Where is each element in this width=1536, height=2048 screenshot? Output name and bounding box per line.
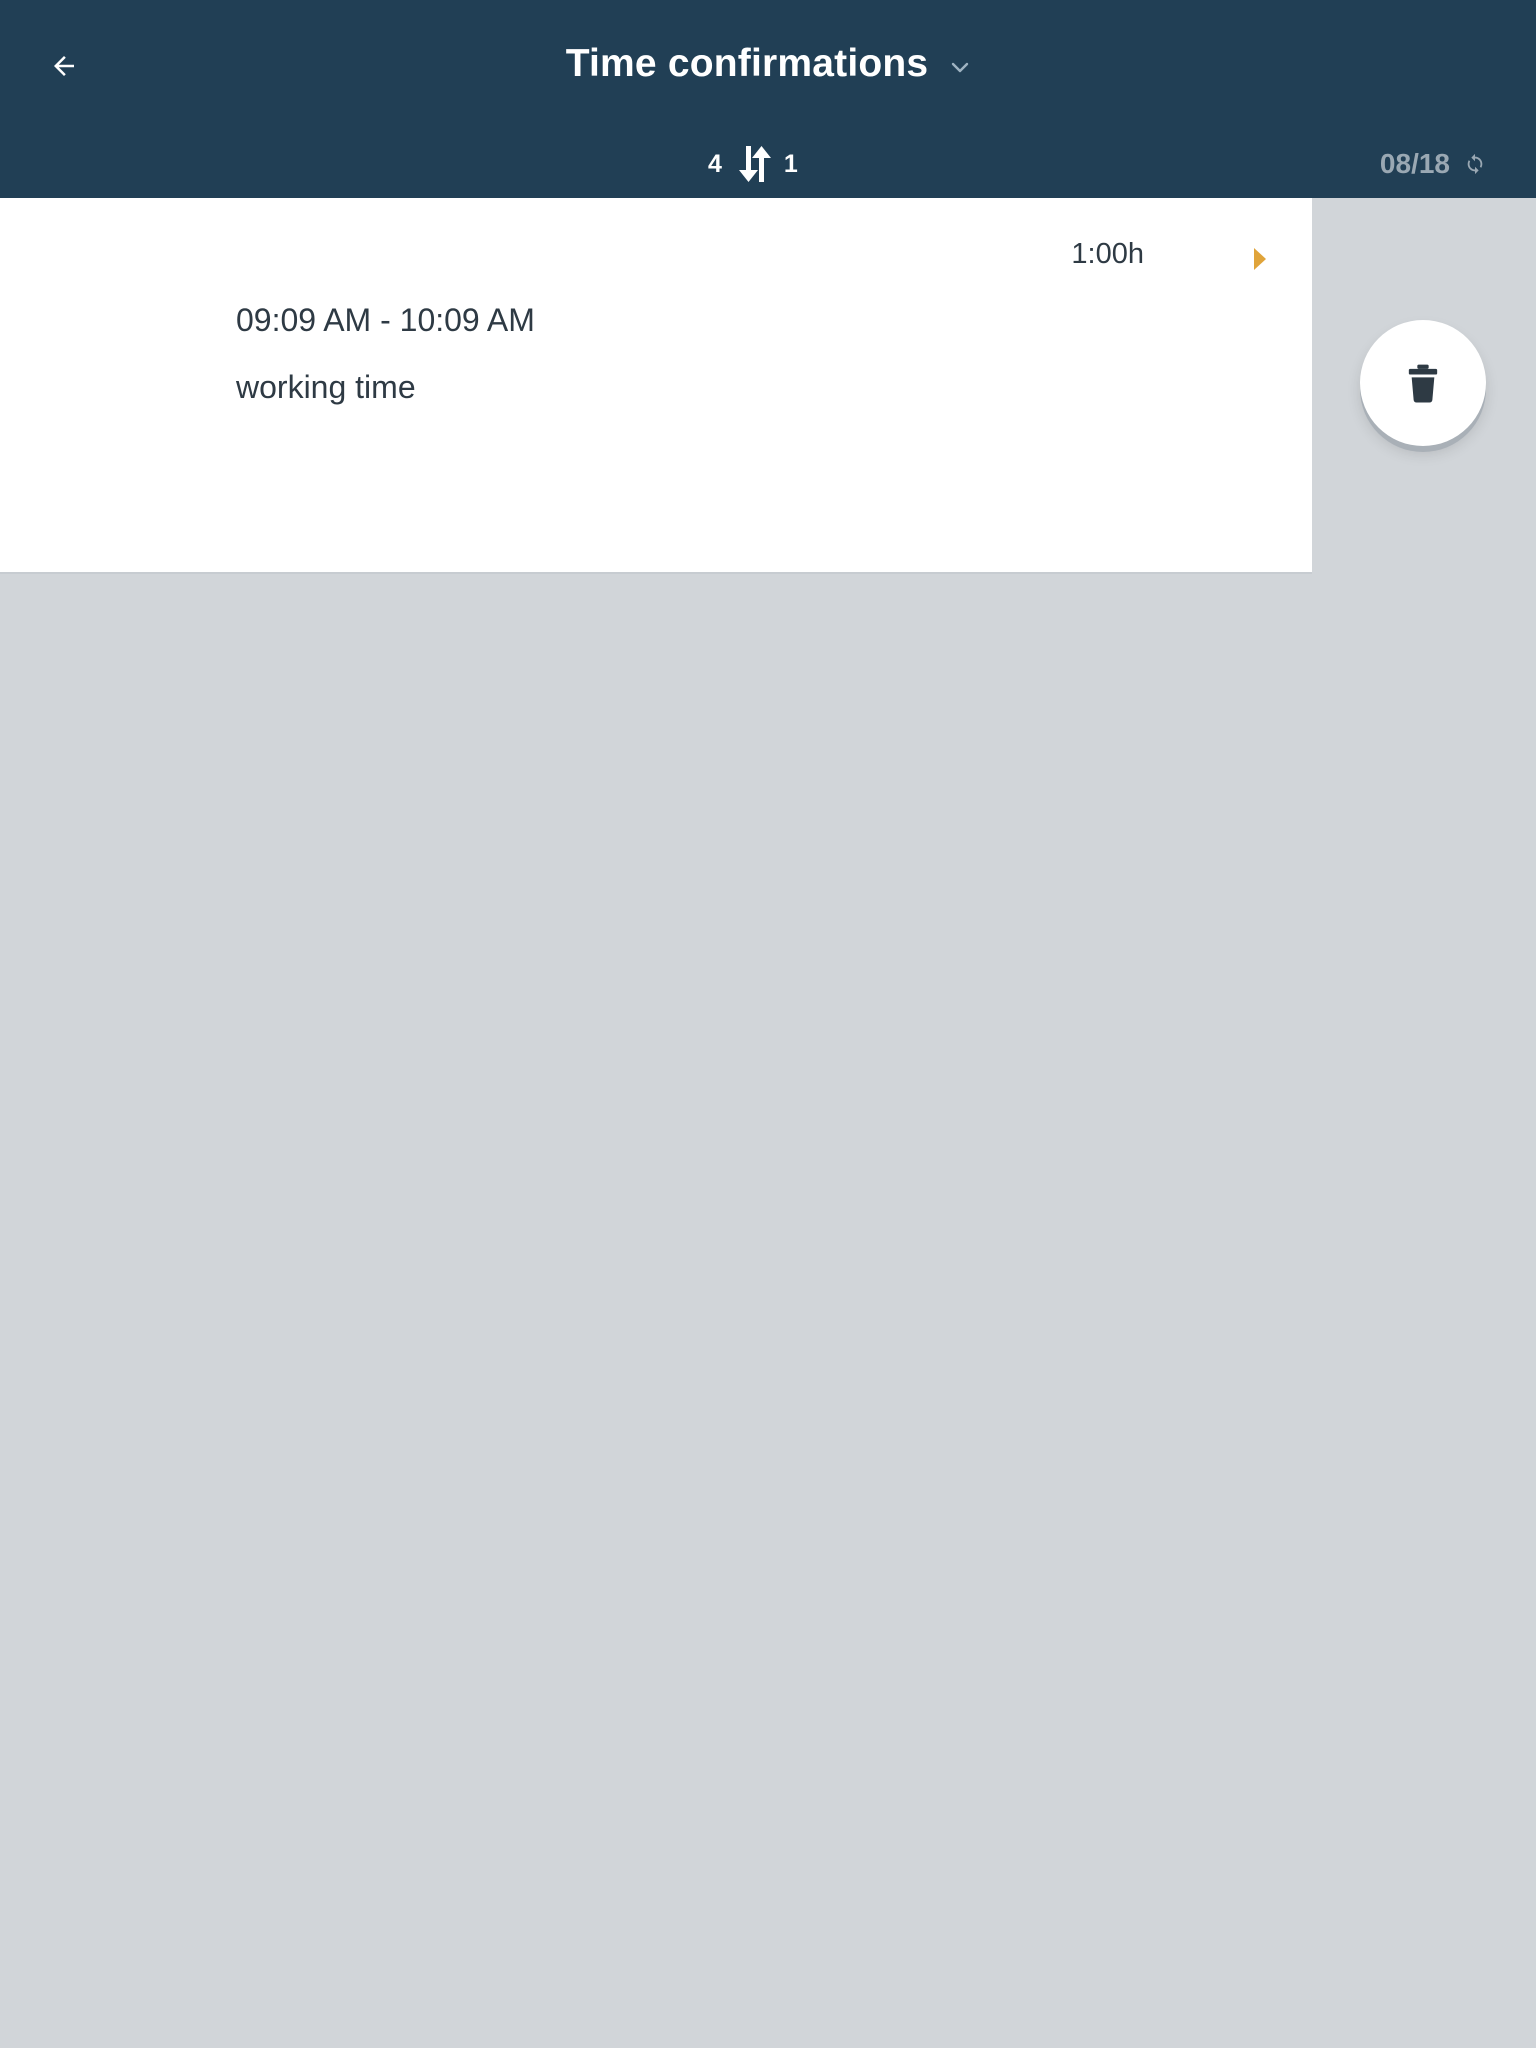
entry-type-value: working time xyxy=(236,369,416,405)
chevron-down-icon xyxy=(950,60,970,74)
top-bar: Time confirmations 4 1 08/18 xyxy=(0,0,1536,198)
pending-download-count: 4 xyxy=(708,149,722,178)
sync-arrows-icon xyxy=(738,144,772,184)
page-title: Time confirmations xyxy=(565,42,929,85)
time-entry-card[interactable]: 23 1:00h 09:09 AM - 10:09 AM type workin… xyxy=(0,198,1312,574)
title-dropdown[interactable]: Time confirmations xyxy=(0,34,1536,94)
caret-right-icon[interactable] xyxy=(1252,246,1268,272)
period-label: 08/18 xyxy=(1379,148,1450,179)
pending-upload-count: 1 xyxy=(783,149,798,178)
period-selector[interactable]: 08/18 xyxy=(1380,142,1486,186)
refresh-icon[interactable] xyxy=(1464,152,1486,176)
app-screen: Time confirmations 4 1 08/18 1:00h 09:09… xyxy=(0,0,1536,2048)
entry-duration: 1:00h xyxy=(1071,238,1144,270)
delete-button[interactable] xyxy=(1360,320,1486,446)
entry-time-range: 09:09 AM - 10:09 AM xyxy=(236,302,535,338)
sync-status: 4 1 xyxy=(708,140,798,188)
trash-icon xyxy=(1408,364,1438,403)
